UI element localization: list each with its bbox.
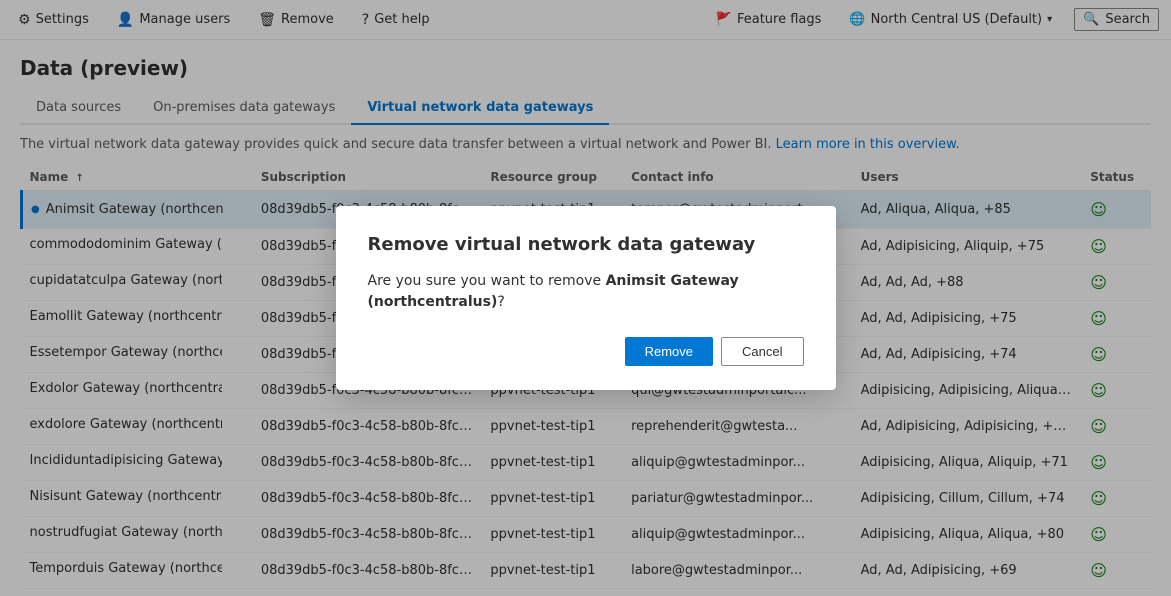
remove-gateway-modal: Remove virtual network data gateway Are … [336,206,836,390]
modal-body: Are you sure you want to remove Animsit … [368,271,804,313]
modal-cancel-button[interactable]: Cancel [721,337,803,366]
modal-body-suffix: ? [497,294,504,310]
modal-overlay[interactable]: Remove virtual network data gateway Are … [0,0,1171,596]
modal-body-prefix: Are you sure you want to remove [368,273,606,289]
modal-remove-button[interactable]: Remove [625,337,713,366]
modal-title: Remove virtual network data gateway [368,234,804,255]
modal-actions: Remove Cancel [368,337,804,366]
